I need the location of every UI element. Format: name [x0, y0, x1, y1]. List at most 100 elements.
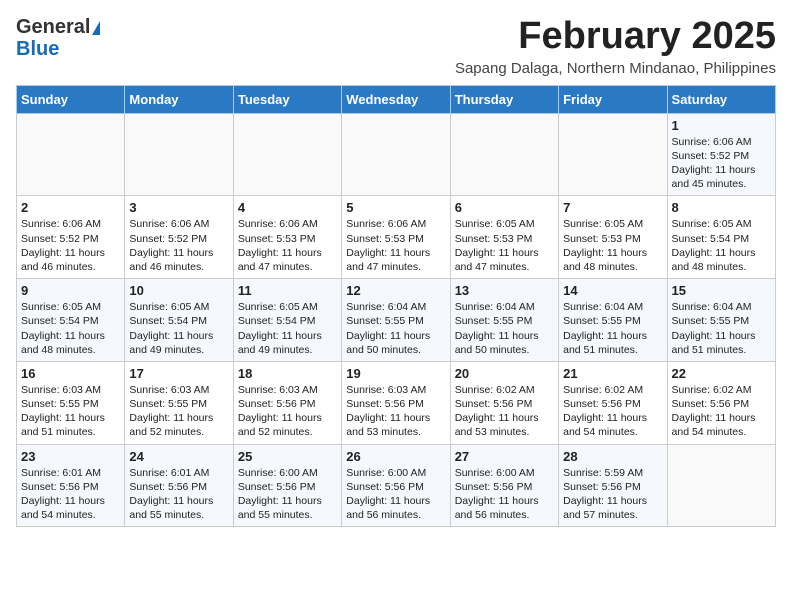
day-cell: 23Sunrise: 6:01 AM Sunset: 5:56 PM Dayli… — [17, 444, 125, 527]
weekday-thursday: Thursday — [450, 85, 558, 113]
weekday-tuesday: Tuesday — [233, 85, 341, 113]
day-cell: 3 Sunrise: 6:06 AM Sunset: 5:52 PM Daylig… — [125, 196, 233, 279]
day-number: 8 — [672, 200, 771, 215]
day-cell: 17Sunrise: 6:03 AM Sunset: 5:55 PM Dayli… — [125, 361, 233, 444]
day-cell: 1 Sunrise: 6:06 AM Sunset: 5:52 PM Daylig… — [667, 113, 775, 196]
day-number: 4 — [238, 200, 337, 215]
day-info: Sunrise: 6:01 AM Sunset: 5:56 PM Dayligh… — [129, 466, 228, 523]
day-cell: 27 Sunrise: 6:00 AM Sunset: 5:56 PM Dayli… — [450, 444, 558, 527]
day-cell: 20 Sunrise: 6:02 AM Sunset: 5:56 PM Dayli… — [450, 361, 558, 444]
day-cell: 15 Sunrise: 6:04 AM Sunset: 5:55 PM Dayli… — [667, 279, 775, 362]
day-info: Sunrise: 6:03 AM Sunset: 5:56 PM Dayligh… — [346, 383, 445, 440]
day-info: Sunrise: 6:02 AM Sunset: 5:56 PM Dayligh… — [672, 383, 771, 440]
title-block: February 2025 Sapang Dalaga, Northern Mi… — [455, 16, 776, 77]
logo: General Blue — [16, 16, 100, 60]
day-number: 22 — [672, 366, 771, 381]
weekday-saturday: Saturday — [667, 85, 775, 113]
day-cell: 8 Sunrise: 6:05 AM Sunset: 5:54 PM Daylig… — [667, 196, 775, 279]
day-number: 6 — [455, 200, 554, 215]
day-cell — [17, 113, 125, 196]
day-info: Sunrise: 6:04 AM Sunset: 5:55 PM Dayligh… — [455, 300, 554, 357]
day-info: Sunrise: 6:05 AM Sunset: 5:54 PM Dayligh… — [672, 217, 771, 274]
weekday-wednesday: Wednesday — [342, 85, 450, 113]
day-cell: 28Sunrise: 5:59 AM Sunset: 5:56 PM Dayli… — [559, 444, 667, 527]
week-row-0: 1 Sunrise: 6:06 AM Sunset: 5:52 PM Daylig… — [17, 113, 776, 196]
day-cell: 19 Sunrise: 6:03 AM Sunset: 5:56 PM Dayli… — [342, 361, 450, 444]
week-row-2: 9 Sunrise: 6:05 AM Sunset: 5:54 PM Daylig… — [17, 279, 776, 362]
day-info: Sunrise: 6:06 AM Sunset: 5:52 PM Dayligh… — [21, 217, 120, 274]
week-row-4: 23 Sunrise: 6:01 AM Sunset: 5:56 PM Dayli… — [17, 444, 776, 527]
day-number: 3 — [129, 200, 228, 215]
day-cell: 11 Sunrise: 6:05 AM Sunset: 5:54 PM Dayli… — [233, 279, 341, 362]
day-info: Sunrise: 6:06 AM Sunset: 5:53 PM Dayligh… — [346, 217, 445, 274]
day-info: Sunrise: 6:04 AM Sunset: 5:55 PM Dayligh… — [672, 300, 771, 357]
location: Sapang Dalaga, Northern Mindanao, Philip… — [455, 60, 776, 77]
logo-text: General — [16, 16, 100, 38]
week-row-1: 2 Sunrise: 6:06 AM Sunset: 5:52 PM Daylig… — [17, 196, 776, 279]
day-info: Sunrise: 6:05 AM Sunset: 5:53 PM Dayligh… — [455, 217, 554, 274]
day-number: 13 — [455, 283, 554, 298]
day-info: Sunrise: 6:03 AM Sunset: 5:55 PM Dayligh… — [21, 383, 120, 440]
day-info: Sunrise: 6:05 AM Sunset: 5:54 PM Dayligh… — [238, 300, 337, 357]
day-cell: 4 Sunrise: 6:06 AM Sunset: 5:53 PM Daylig… — [233, 196, 341, 279]
day-info: Sunrise: 6:04 AM Sunset: 5:55 PM Dayligh… — [346, 300, 445, 357]
day-cell — [125, 113, 233, 196]
day-number: 7 — [563, 200, 662, 215]
day-info: Sunrise: 6:02 AM Sunset: 5:56 PM Dayligh… — [455, 383, 554, 440]
day-cell: 14Sunrise: 6:04 AM Sunset: 5:55 PM Dayli… — [559, 279, 667, 362]
weekday-header-row: SundayMondayTuesdayWednesdayThursdayFrid… — [17, 85, 776, 113]
page-header: General Blue February 2025 Sapang Dalaga… — [16, 16, 776, 77]
day-cell: 13 Sunrise: 6:04 AM Sunset: 5:55 PM Dayli… — [450, 279, 558, 362]
day-number: 20 — [455, 366, 554, 381]
month-title: February 2025 — [455, 16, 776, 58]
weekday-sunday: Sunday — [17, 85, 125, 113]
day-info: Sunrise: 6:06 AM Sunset: 5:53 PM Dayligh… — [238, 217, 337, 274]
day-cell: 10Sunrise: 6:05 AM Sunset: 5:54 PM Dayli… — [125, 279, 233, 362]
day-cell — [233, 113, 341, 196]
day-number: 17 — [129, 366, 228, 381]
day-cell: 9 Sunrise: 6:05 AM Sunset: 5:54 PM Daylig… — [17, 279, 125, 362]
day-cell: 25 Sunrise: 6:00 AM Sunset: 5:56 PM Dayli… — [233, 444, 341, 527]
day-cell: 6 Sunrise: 6:05 AM Sunset: 5:53 PM Daylig… — [450, 196, 558, 279]
day-number: 19 — [346, 366, 445, 381]
day-number: 23 — [21, 449, 120, 464]
day-info: Sunrise: 6:04 AM Sunset: 5:55 PM Dayligh… — [563, 300, 662, 357]
day-info: Sunrise: 6:06 AM Sunset: 5:52 PM Dayligh… — [129, 217, 228, 274]
day-number: 10 — [129, 283, 228, 298]
day-number: 28 — [563, 449, 662, 464]
day-number: 11 — [238, 283, 337, 298]
day-cell: 5 Sunrise: 6:06 AM Sunset: 5:53 PM Daylig… — [342, 196, 450, 279]
day-number: 2 — [21, 200, 120, 215]
weekday-friday: Friday — [559, 85, 667, 113]
day-cell: 26 Sunrise: 6:00 AM Sunset: 5:56 PM Dayli… — [342, 444, 450, 527]
day-info: Sunrise: 6:05 AM Sunset: 5:54 PM Dayligh… — [21, 300, 120, 357]
day-cell — [342, 113, 450, 196]
day-number: 27 — [455, 449, 554, 464]
day-cell — [450, 113, 558, 196]
day-number: 24 — [129, 449, 228, 464]
day-cell — [559, 113, 667, 196]
day-info: Sunrise: 6:00 AM Sunset: 5:56 PM Dayligh… — [238, 466, 337, 523]
day-number: 15 — [672, 283, 771, 298]
day-cell: 21 Sunrise: 6:02 AM Sunset: 5:56 PM Dayli… — [559, 361, 667, 444]
day-info: Sunrise: 6:00 AM Sunset: 5:56 PM Dayligh… — [346, 466, 445, 523]
day-number: 21 — [563, 366, 662, 381]
day-cell — [667, 444, 775, 527]
day-info: Sunrise: 6:06 AM Sunset: 5:52 PM Dayligh… — [672, 135, 771, 192]
day-number: 5 — [346, 200, 445, 215]
day-info: Sunrise: 6:03 AM Sunset: 5:56 PM Dayligh… — [238, 383, 337, 440]
week-row-3: 16 Sunrise: 6:03 AM Sunset: 5:55 PM Dayli… — [17, 361, 776, 444]
day-number: 9 — [21, 283, 120, 298]
weekday-monday: Monday — [125, 85, 233, 113]
day-number: 18 — [238, 366, 337, 381]
day-number: 25 — [238, 449, 337, 464]
day-cell: 22 Sunrise: 6:02 AM Sunset: 5:56 PM Dayli… — [667, 361, 775, 444]
day-info: Sunrise: 6:02 AM Sunset: 5:56 PM Dayligh… — [563, 383, 662, 440]
day-number: 26 — [346, 449, 445, 464]
day-cell: 7 Sunrise: 6:05 AM Sunset: 5:53 PM Daylig… — [559, 196, 667, 279]
day-cell: 12Sunrise: 6:04 AM Sunset: 5:55 PM Dayli… — [342, 279, 450, 362]
day-info: Sunrise: 6:00 AM Sunset: 5:56 PM Dayligh… — [455, 466, 554, 523]
day-number: 16 — [21, 366, 120, 381]
day-number: 1 — [672, 118, 771, 133]
day-info: Sunrise: 6:05 AM Sunset: 5:53 PM Dayligh… — [563, 217, 662, 274]
